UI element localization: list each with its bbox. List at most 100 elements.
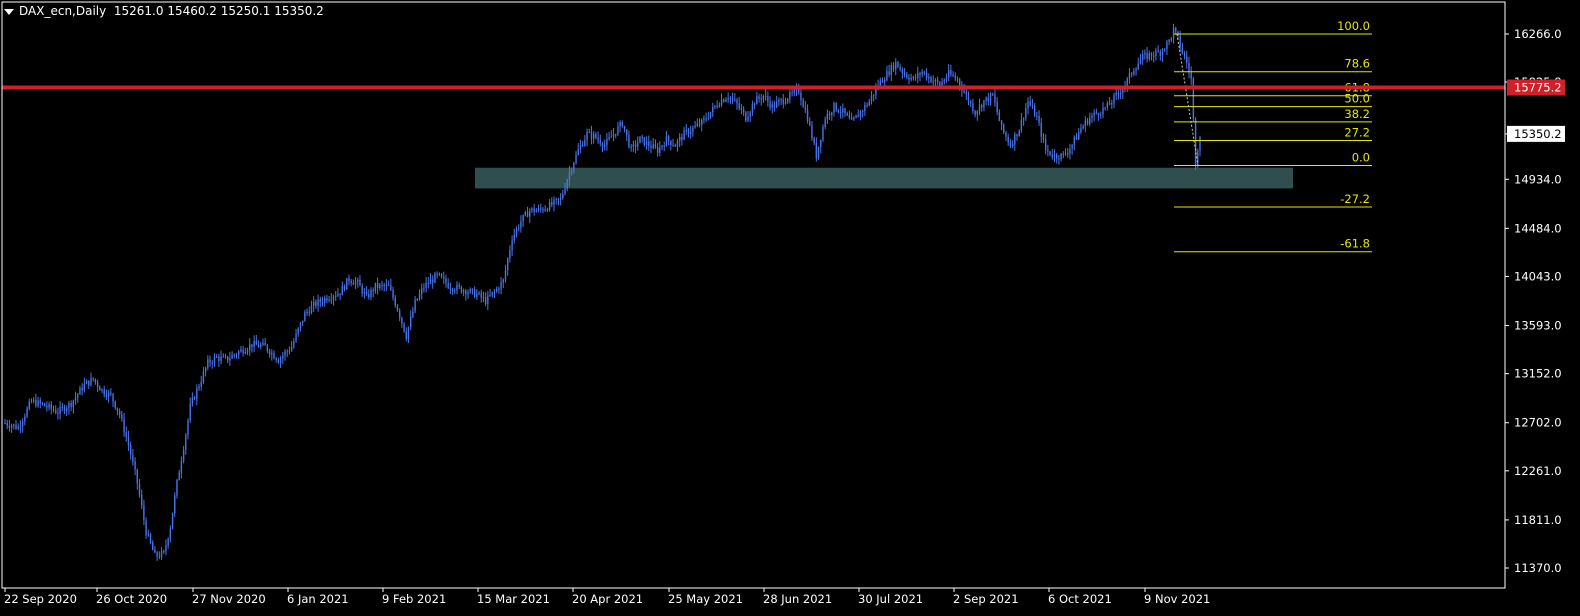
candle-body [182,449,185,462]
candle [1038,110,1040,126]
candle [323,295,326,307]
candle [637,136,639,151]
candle [650,140,652,153]
candle-body [758,96,760,99]
candle [837,108,840,114]
candle [850,112,853,120]
candle [253,335,255,353]
candle-body [121,414,123,419]
candle-body [61,407,64,409]
candle [182,445,185,464]
candle [632,140,635,153]
candle [215,353,218,359]
candle-body [72,400,75,408]
candle-body [857,115,859,117]
candle-body [994,94,996,103]
candle [917,66,919,84]
candle [685,123,687,136]
candle-body [1166,41,1168,50]
candle [738,97,740,111]
candle [242,346,244,357]
candle [599,134,601,147]
candle-body [773,104,776,108]
candle-body [681,136,683,140]
candle-body [385,284,388,287]
candle-body [689,131,692,134]
y-tick: 12702.0 [1505,416,1562,430]
candle [1095,108,1098,115]
candle-body [623,126,626,130]
candle-body [493,291,496,293]
candle-body [579,145,582,150]
candle [1011,140,1014,149]
candle-body [678,136,681,141]
candle-body [308,311,310,314]
candle-body [26,408,28,417]
candle-body [665,136,668,146]
candle [1016,133,1018,141]
candle [4,419,6,425]
candle-body [621,122,624,127]
candle [273,350,275,360]
candle [857,109,859,118]
candle [921,68,923,78]
candle-body [604,144,606,147]
candle [784,97,787,105]
y-tick: 11811.0 [1505,513,1562,527]
candle [612,128,615,142]
candle [941,77,943,87]
candle-body [861,111,864,113]
x-tick-label: 9 Nov 2021 [1144,592,1210,606]
candle-body [352,282,355,285]
candle-body [881,80,884,83]
candle-body [919,73,921,75]
candle-body [562,193,564,198]
candle [535,208,538,213]
candle-body [396,305,399,311]
candle-body [429,279,432,284]
candle-body [330,299,333,301]
candle-body [83,383,86,391]
candle-body [158,556,161,558]
price-chart[interactable]: 100.078.661.850.038.227.20.0-27.2-61.8 1… [0,0,1580,616]
fib-level: -27.2 [1174,192,1372,208]
candle [189,397,191,424]
candle-body [180,461,183,473]
candle-body [52,408,55,411]
candle [604,139,606,151]
candle-body [381,284,383,286]
candle [758,93,760,103]
candle-body [1190,72,1192,79]
candle [628,130,630,149]
candle-body [985,97,987,101]
x-tick-label: 20 Apr 2021 [572,592,643,606]
candle-body [950,70,952,75]
candle-body [445,278,447,284]
candle [588,128,590,134]
candle [502,278,504,288]
candle [1133,67,1135,77]
candle-body [1084,120,1087,127]
candle [985,96,987,106]
candle-body [379,284,381,289]
candle-body [1150,53,1153,56]
candle-body [1175,28,1177,32]
candle [185,433,187,455]
candle-body [826,113,829,120]
candle-body [998,112,1001,121]
candle-body [1067,153,1069,155]
candle-body [1080,128,1082,133]
candle-body [469,289,471,293]
fib-label: 0.0 [1352,151,1370,165]
candle [1122,87,1124,99]
candle-body [160,551,163,557]
candle [824,116,826,130]
candle [352,279,355,285]
candle-body [617,126,619,135]
candle-body [482,297,485,299]
candle [674,143,676,147]
candle-body [35,399,37,406]
candle-body [456,285,458,291]
candle [68,400,70,415]
candle [656,143,659,157]
